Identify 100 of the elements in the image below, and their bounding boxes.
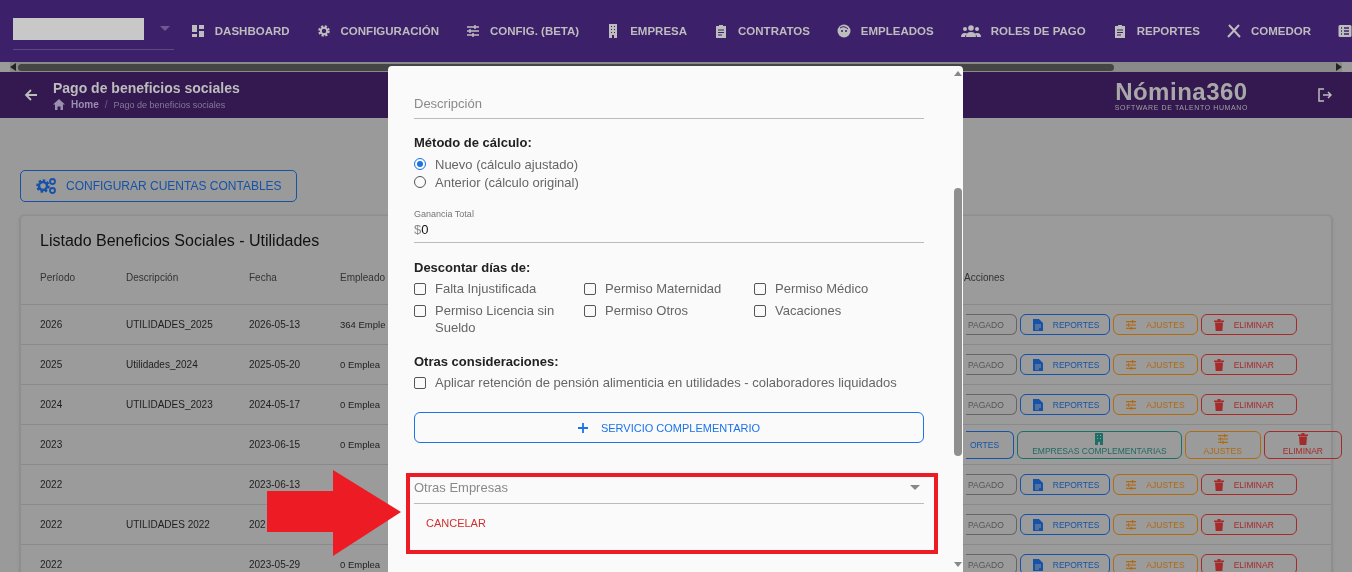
trash-icon xyxy=(1213,398,1224,411)
delete-button[interactable]: ELIMINAR xyxy=(1263,430,1342,459)
logout-icon[interactable] xyxy=(1318,88,1332,102)
reports-button[interactable]: REPORTES xyxy=(1019,554,1111,572)
trash-icon xyxy=(1297,433,1308,445)
table-cell: 2024 xyxy=(40,399,63,410)
table-cell: 364 Emple xyxy=(340,319,386,330)
paid-button[interactable]: PAGADO xyxy=(966,514,1017,535)
table-cell: 0 Emplea xyxy=(340,439,381,450)
sliders-icon xyxy=(1126,518,1137,531)
breadcrumb-link[interactable]: Pago de beneficios sociales xyxy=(113,99,226,110)
description-field[interactable]: Descripción xyxy=(414,88,924,119)
nav-item[interactable]: CONFIG. (BETA) xyxy=(465,24,580,38)
table-cell: 2022 xyxy=(40,559,63,570)
radio-option[interactable]: Anterior (cálculo original) xyxy=(414,173,924,191)
nav-item[interactable]: REPORTES xyxy=(1112,24,1200,38)
checkbox-option[interactable]: Permiso Médico xyxy=(754,280,924,297)
delete-button[interactable]: ELIMINAR xyxy=(1200,354,1297,375)
checkbox[interactable] xyxy=(414,282,426,295)
checkbox[interactable] xyxy=(414,304,426,317)
document-icon xyxy=(1032,518,1043,531)
document-icon xyxy=(1032,358,1043,371)
paid-button[interactable]: PAGADO xyxy=(966,314,1017,335)
adjust-button[interactable]: AJUSTES xyxy=(1113,314,1198,335)
cancel-button[interactable]: CANCELAR xyxy=(426,517,486,529)
delete-button[interactable]: ELIMINAR xyxy=(1200,514,1297,535)
reports-button[interactable]: REPORTES xyxy=(1019,354,1111,375)
checkbox-option[interactable]: Permiso Licencia sin Sueldo xyxy=(414,302,584,336)
adjust-button[interactable]: AJUSTES xyxy=(1113,514,1198,535)
column-header: Fecha xyxy=(249,271,278,283)
column-header: Acciones xyxy=(964,271,1005,283)
sliders-icon xyxy=(1126,358,1137,371)
breadcrumb-link[interactable]: Home xyxy=(71,99,99,110)
adjust-button[interactable]: AJUSTES xyxy=(1184,430,1261,459)
table-cell: 202 xyxy=(249,519,266,530)
trash-icon xyxy=(1213,358,1224,371)
checkbox-option[interactable]: Permiso Otros xyxy=(584,302,754,336)
adjust-button[interactable]: AJUSTES xyxy=(1113,474,1198,495)
checkbox-option[interactable]: Falta Injustificada xyxy=(414,280,584,297)
reports-button[interactable]: ORTES xyxy=(966,430,1015,459)
home-icon xyxy=(53,99,65,110)
paid-button[interactable]: PAGADO xyxy=(966,354,1017,375)
reports-button[interactable]: REPORTES xyxy=(1019,314,1111,335)
nav-item[interactable]: DASHBOARD xyxy=(190,24,290,38)
table-cell: 2023-06-13 xyxy=(249,479,301,490)
paid-button[interactable]: PAGADO xyxy=(966,554,1017,572)
sliders-icon xyxy=(1126,478,1137,491)
clipboard-icon xyxy=(714,24,729,38)
nav-item[interactable]: COMEDOR xyxy=(1226,24,1311,38)
paid-button[interactable]: PAGADO xyxy=(966,474,1017,495)
face-icon xyxy=(836,24,851,38)
menu-button[interactable] xyxy=(1338,24,1352,38)
page-title: Pago de beneficios sociales xyxy=(53,80,241,96)
checkbox[interactable] xyxy=(754,304,766,317)
delete-button[interactable]: ELIMINAR xyxy=(1200,474,1297,495)
radio-option[interactable]: Nuevo (cálculo ajustado) xyxy=(414,155,924,173)
adjust-button[interactable]: AJUSTES xyxy=(1113,354,1198,375)
scroll-down-icon[interactable] xyxy=(953,562,962,567)
table-cell: 0 Emplea xyxy=(340,559,381,570)
adjust-button[interactable]: AJUSTES xyxy=(1113,554,1198,572)
checkbox[interactable] xyxy=(584,282,596,295)
nav-item[interactable]: CONTRATOS xyxy=(714,24,810,38)
adjust-button[interactable]: AJUSTES xyxy=(1113,394,1198,415)
trash-icon xyxy=(1213,518,1224,531)
paid-button[interactable]: PAGADO xyxy=(966,394,1017,415)
document-icon xyxy=(1032,398,1043,411)
add-service-button[interactable]: SERVICIO COMPLEMENTARIO xyxy=(414,412,924,443)
nav-item[interactable]: EMPRESA xyxy=(606,24,688,38)
total-gain-field[interactable]: Ganancia Total $0 xyxy=(414,209,924,243)
delete-button[interactable]: ELIMINAR xyxy=(1200,394,1297,415)
delete-button[interactable]: ELIMINAR xyxy=(1200,314,1297,335)
trash-icon xyxy=(1213,558,1224,571)
checkbox-option[interactable]: Aplicar retención de pensión alimenticia en utilidades - colaboradores liquidados xyxy=(414,374,924,391)
companies-button[interactable]: EMPRESAS COMPLEMENTARIAS xyxy=(1017,430,1182,459)
checkbox[interactable] xyxy=(584,304,596,317)
table-cell: 2025-05-20 xyxy=(249,359,301,370)
scroll-left-icon[interactable] xyxy=(10,63,16,71)
checkbox-option[interactable]: Permiso Maternidad xyxy=(584,280,754,297)
sliders-icon xyxy=(1126,318,1137,331)
section-title: Otras consideraciones: xyxy=(414,354,560,369)
reports-button[interactable]: REPORTES xyxy=(1019,394,1111,415)
nav-item[interactable]: CONFIGURACIÓN xyxy=(316,24,439,38)
reports-button[interactable]: REPORTES xyxy=(1019,474,1111,495)
reports-button[interactable]: REPORTES xyxy=(1019,514,1111,535)
back-arrow-icon[interactable] xyxy=(24,88,38,102)
configure-accounts-button[interactable]: CONFIGURAR CUENTAS CONTABLES xyxy=(20,170,297,202)
table-cell: UTILIDADES_2025 xyxy=(126,319,213,330)
delete-button[interactable]: ELIMINAR xyxy=(1200,554,1297,572)
section-title: Descontar días de: xyxy=(414,260,532,275)
scroll-right-icon[interactable] xyxy=(1336,63,1342,71)
building-icon xyxy=(1094,433,1105,445)
checkbox[interactable] xyxy=(414,376,426,389)
sliders-icon xyxy=(465,24,480,38)
nav-item[interactable]: ROLES DE PAGO xyxy=(960,24,1086,38)
checkbox[interactable] xyxy=(754,282,766,295)
table-cell: 2023-05-29 xyxy=(249,559,301,570)
checkbox-option[interactable]: Vacaciones xyxy=(754,302,924,336)
nav-item[interactable]: EMPLEADOS xyxy=(836,24,934,38)
companies-select[interactable]: Otras Empresas xyxy=(414,471,924,504)
column-header: Empleado xyxy=(340,271,387,283)
